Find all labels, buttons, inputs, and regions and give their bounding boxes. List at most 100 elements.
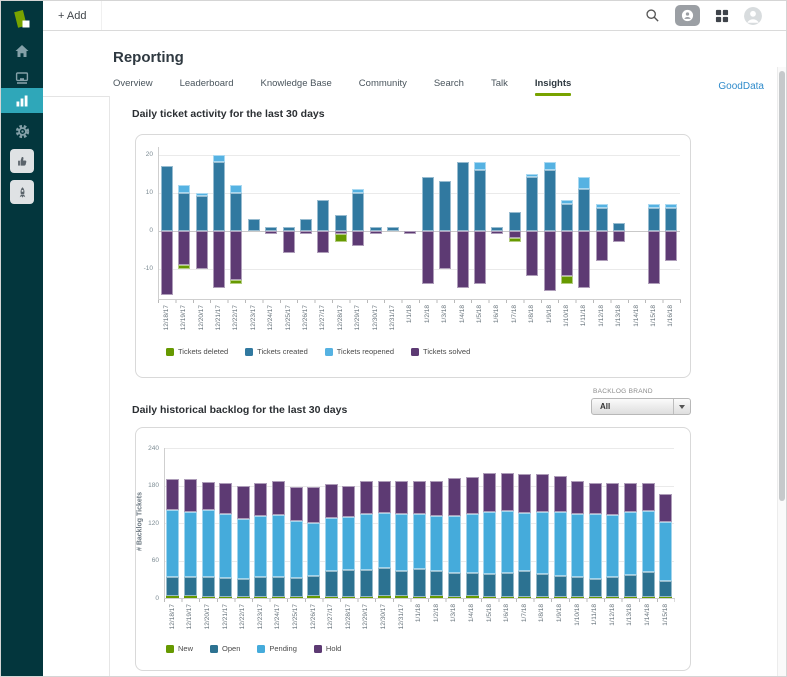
gooddata-link[interactable]: GoodData [718, 81, 764, 92]
dropdown-arrow-button[interactable] [673, 399, 690, 414]
bar-segment-tickets-solved [543, 230, 556, 292]
bar-segment-tickets-created [578, 188, 591, 231]
user-avatar[interactable] [744, 6, 762, 25]
bar-segment-pending [201, 509, 215, 577]
sidebar-item-home[interactable] [1, 41, 43, 61]
x-axis-label: 12/22/17 [239, 604, 247, 630]
bar-segment-open [447, 573, 461, 597]
tab-overview[interactable]: Overview [113, 78, 153, 96]
bar-segment-tickets-created [665, 207, 678, 231]
chart-legend: Tickets deleted Tickets created Tickets re… [166, 347, 470, 356]
bar-segment-tickets-created [212, 162, 225, 231]
bar-segment-open [641, 571, 655, 598]
bar-segment-new [606, 597, 620, 598]
tab-talk[interactable]: Talk [491, 78, 508, 96]
bar-segment-pending [641, 511, 655, 572]
sidebar-item-feedback[interactable] [10, 149, 34, 173]
x-axis-label: 1/11/18 [591, 604, 599, 626]
bar-segment-new [553, 597, 567, 598]
bar-segment-pending [571, 513, 585, 577]
y-tick-label: 10 [145, 189, 153, 197]
x-axis-label: 1/5/18 [485, 604, 493, 623]
gridline [158, 154, 680, 156]
search-icon[interactable] [645, 8, 660, 23]
legend-item-new[interactable]: New [166, 644, 193, 653]
bar-segment-tickets-solved [282, 230, 295, 254]
y-axis-line [158, 147, 159, 299]
bar-segment-tickets-solved [508, 230, 521, 239]
legend-item-hold[interactable]: Hold [313, 644, 341, 653]
tab-leaderboard[interactable]: Leaderboard [180, 78, 234, 96]
scrollbar-thumb[interactable] [779, 71, 785, 501]
tab-community[interactable]: Community [359, 78, 407, 96]
bar-segment-tickets-created [317, 200, 330, 231]
bar-segment-tickets-created [334, 215, 347, 231]
bar-segment-open [342, 569, 356, 597]
bar-segment-hold [623, 483, 637, 512]
bar-segment-open [535, 573, 549, 598]
x-axis-label: 1/14/18 [632, 305, 640, 327]
bar-segment-tickets-deleted [334, 234, 347, 242]
bar-segment-tickets-solved [160, 230, 173, 296]
bar-segment-hold [483, 473, 497, 512]
apps-grid-icon[interactable] [715, 9, 729, 23]
x-axis-label: 12/18/17 [162, 305, 170, 331]
bar-segment-tickets-created [526, 177, 539, 231]
legend-item-tickets-deleted[interactable]: Tickets deleted [166, 347, 228, 356]
report-tabs: Overview Leaderboard Knowledge Base Communi… [113, 78, 571, 96]
x-axis-label: 12/27/17 [327, 604, 335, 630]
add-button[interactable]: + Add [43, 1, 103, 30]
zendesk-logo-icon[interactable] [1, 8, 43, 32]
legend-item-tickets-solved[interactable]: Tickets solved [411, 347, 470, 356]
bar-segment-tickets-solved [421, 230, 434, 284]
bar-segment-pending [412, 514, 426, 569]
bar-segment-open [377, 568, 391, 597]
legend-item-tickets-reopened[interactable]: Tickets reopened [324, 347, 394, 356]
sidebar-item-admin[interactable] [1, 121, 43, 141]
sidebar-item-views[interactable] [1, 68, 43, 88]
bar-segment-hold [465, 476, 479, 515]
legend-label: Tickets created [257, 347, 308, 356]
bar-segment-tickets-reopened [195, 192, 208, 197]
sidebar-item-onboarding[interactable] [10, 180, 34, 204]
topbar: + Add [43, 1, 786, 31]
backlog-brand-select[interactable]: All [591, 398, 691, 415]
bar-segment-new [641, 597, 655, 598]
legend-item-pending[interactable]: Pending [257, 644, 297, 653]
bar-segment-hold [430, 480, 444, 516]
legend-item-open[interactable]: Open [210, 644, 240, 653]
x-axis-ticks [164, 599, 675, 602]
bar-segment-tickets-deleted [560, 276, 573, 284]
x-axis-label: 1/3/18 [441, 305, 449, 324]
x-axis-label: 12/28/17 [344, 604, 352, 630]
product-switcher-button[interactable] [675, 5, 700, 26]
tab-insights[interactable]: Insights [535, 78, 571, 96]
bar-segment-pending [219, 513, 233, 578]
bar-segment-new [289, 596, 303, 598]
bar-segment-new [659, 597, 673, 598]
sidebar [1, 1, 43, 676]
bar-segment-hold [359, 481, 373, 514]
bar-segment-tickets-solved [665, 230, 678, 261]
rocket-icon [19, 186, 25, 198]
legend-label: Open [222, 644, 241, 653]
bar-segment-new [236, 596, 250, 598]
x-axis-label: 1/1/18 [406, 305, 414, 324]
x-axis-label: 1/4/18 [468, 604, 475, 623]
chart-historical-backlog: 0 60 120 180 240 12/18/17 12/19/17 12/20/17 12/2… [135, 427, 691, 671]
sidebar-item-reporting[interactable] [1, 88, 43, 113]
bar-segment-tickets-solved [352, 230, 365, 246]
bar-segment-tickets-created [195, 196, 208, 231]
main-area: Reporting Overview Leaderboard Knowledge B… [43, 31, 786, 676]
x-axis-label: 12/31/17 [388, 305, 396, 331]
bar-segment-new [447, 596, 461, 598]
tab-search[interactable]: Search [434, 78, 464, 96]
bar-segment-tickets-created [160, 166, 173, 231]
legend-item-tickets-created[interactable]: Tickets created [245, 347, 308, 356]
bar-segment-hold [606, 483, 620, 515]
bar-segment-tickets-reopened [578, 177, 591, 189]
bar-segment-tickets-created [386, 226, 399, 231]
tab-knowledge-base[interactable]: Knowledge Base [260, 78, 331, 96]
x-axis-label: 1/7/18 [510, 305, 518, 324]
bar-segment-tickets-created [439, 181, 452, 231]
